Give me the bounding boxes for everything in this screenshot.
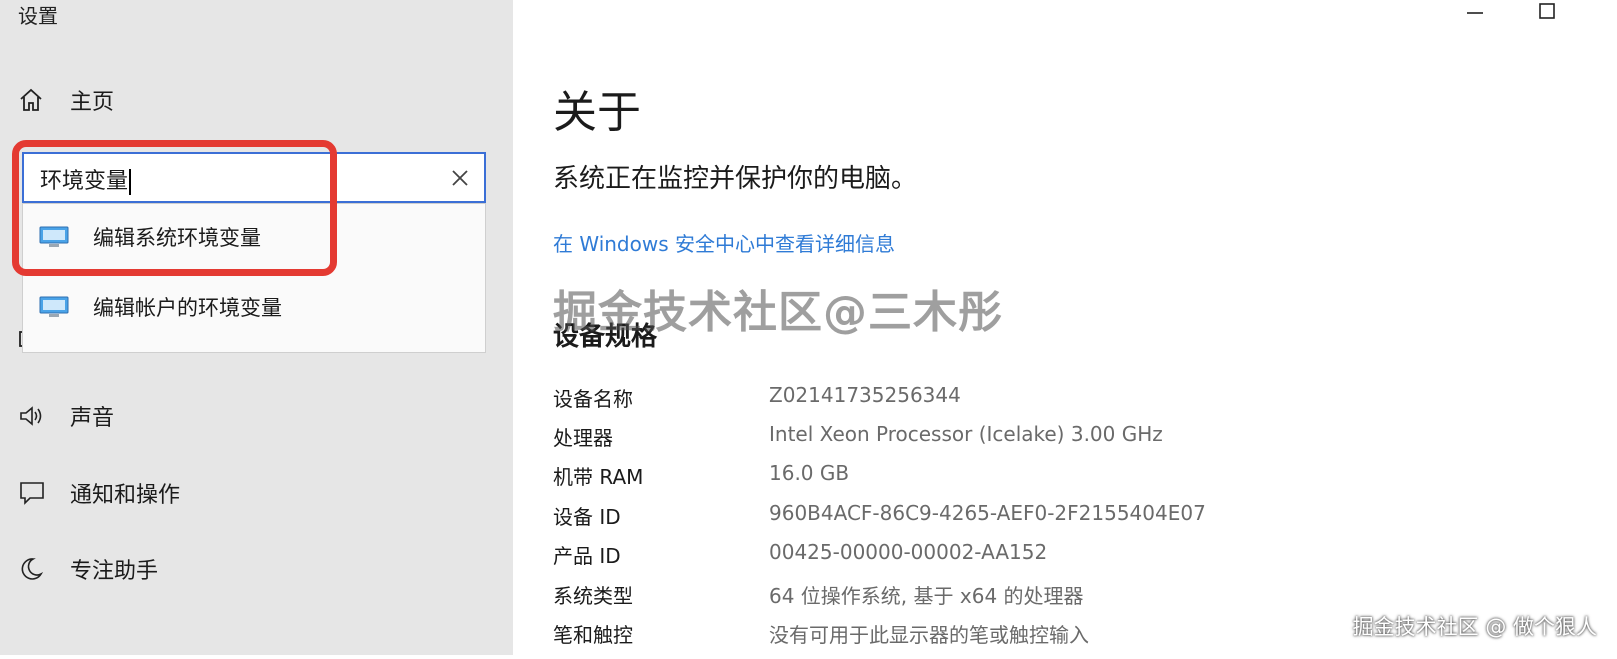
spec-label: 系统类型	[553, 584, 633, 608]
sidebar: 设置 主页 屏幕 声音	[0, 0, 513, 655]
spec-value: 64 位操作系统, 基于 x64 的处理器	[769, 584, 1084, 608]
spec-value: 960B4ACF-86C9-4265-AEF0-2F2155404E07	[769, 501, 1206, 525]
spec-row: 机带 RAM 16.0 GB	[553, 461, 1553, 501]
spec-value: Z02141735256344	[769, 383, 961, 407]
spec-label: 机带 RAM	[553, 465, 644, 489]
spec-value: 00425-00000-00002-AA152	[769, 540, 1048, 564]
watermark: 掘金技术社区@三木彤	[553, 287, 1003, 338]
suggestion-edit-account-env[interactable]: 编辑帐户的环境变量	[23, 274, 485, 340]
app-title: 设置	[18, 4, 58, 28]
sidebar-item-label: 声音	[70, 406, 115, 431]
sidebar-item-label: 主页	[70, 90, 115, 115]
speaker-icon	[18, 396, 54, 436]
security-status: 系统正在监控并保护你的电脑。	[553, 164, 918, 194]
spec-row: 处理器 Intel Xeon Processor (Icelake) 3.00 …	[553, 422, 1553, 462]
sidebar-item-home[interactable]: 主页	[18, 80, 114, 120]
page-title: 关于	[553, 87, 641, 138]
moon-icon	[18, 549, 54, 589]
notification-icon	[18, 473, 54, 513]
spec-label: 设备名称	[553, 387, 633, 411]
sidebar-item-label: 通知和操作	[70, 483, 181, 508]
spec-label: 设备 ID	[553, 505, 621, 529]
sidebar-item-sound[interactable]: 声音	[18, 396, 114, 436]
sidebar-item-focus-assist[interactable]: 专注助手	[18, 549, 158, 589]
maximize-icon[interactable]	[1521, 0, 1573, 26]
spec-value: Intel Xeon Processor (Icelake) 3.00 GHz	[769, 422, 1163, 446]
home-icon	[18, 80, 54, 120]
clear-icon[interactable]	[446, 164, 474, 192]
suggestion-label: 编辑帐户的环境变量	[93, 296, 282, 320]
spec-label: 笔和触控	[553, 623, 633, 647]
security-center-link[interactable]: 在 Windows 安全中心中查看详细信息	[553, 228, 895, 257]
spec-value: 16.0 GB	[769, 461, 850, 485]
sidebar-item-notifications[interactable]: 通知和操作	[18, 473, 180, 513]
spec-label: 产品 ID	[553, 544, 621, 568]
spec-row: 设备名称 Z02141735256344	[553, 383, 1553, 423]
annotation-highlight	[12, 140, 337, 276]
minimize-icon[interactable]	[1449, 0, 1501, 26]
footer-watermark: 掘金技术社区 @ 做个狠人	[1352, 615, 1597, 639]
spec-row: 产品 ID 00425-00000-00002-AA152	[553, 540, 1553, 580]
sidebar-item-label: 专注助手	[70, 559, 159, 584]
spec-label: 处理器	[553, 426, 613, 450]
spec-row: 设备 ID 960B4ACF-86C9-4265-AEF0-2F2155404E…	[553, 501, 1553, 541]
spec-value: 没有可用于此显示器的笔或触控输入	[769, 623, 1089, 647]
computer-icon	[39, 295, 69, 319]
